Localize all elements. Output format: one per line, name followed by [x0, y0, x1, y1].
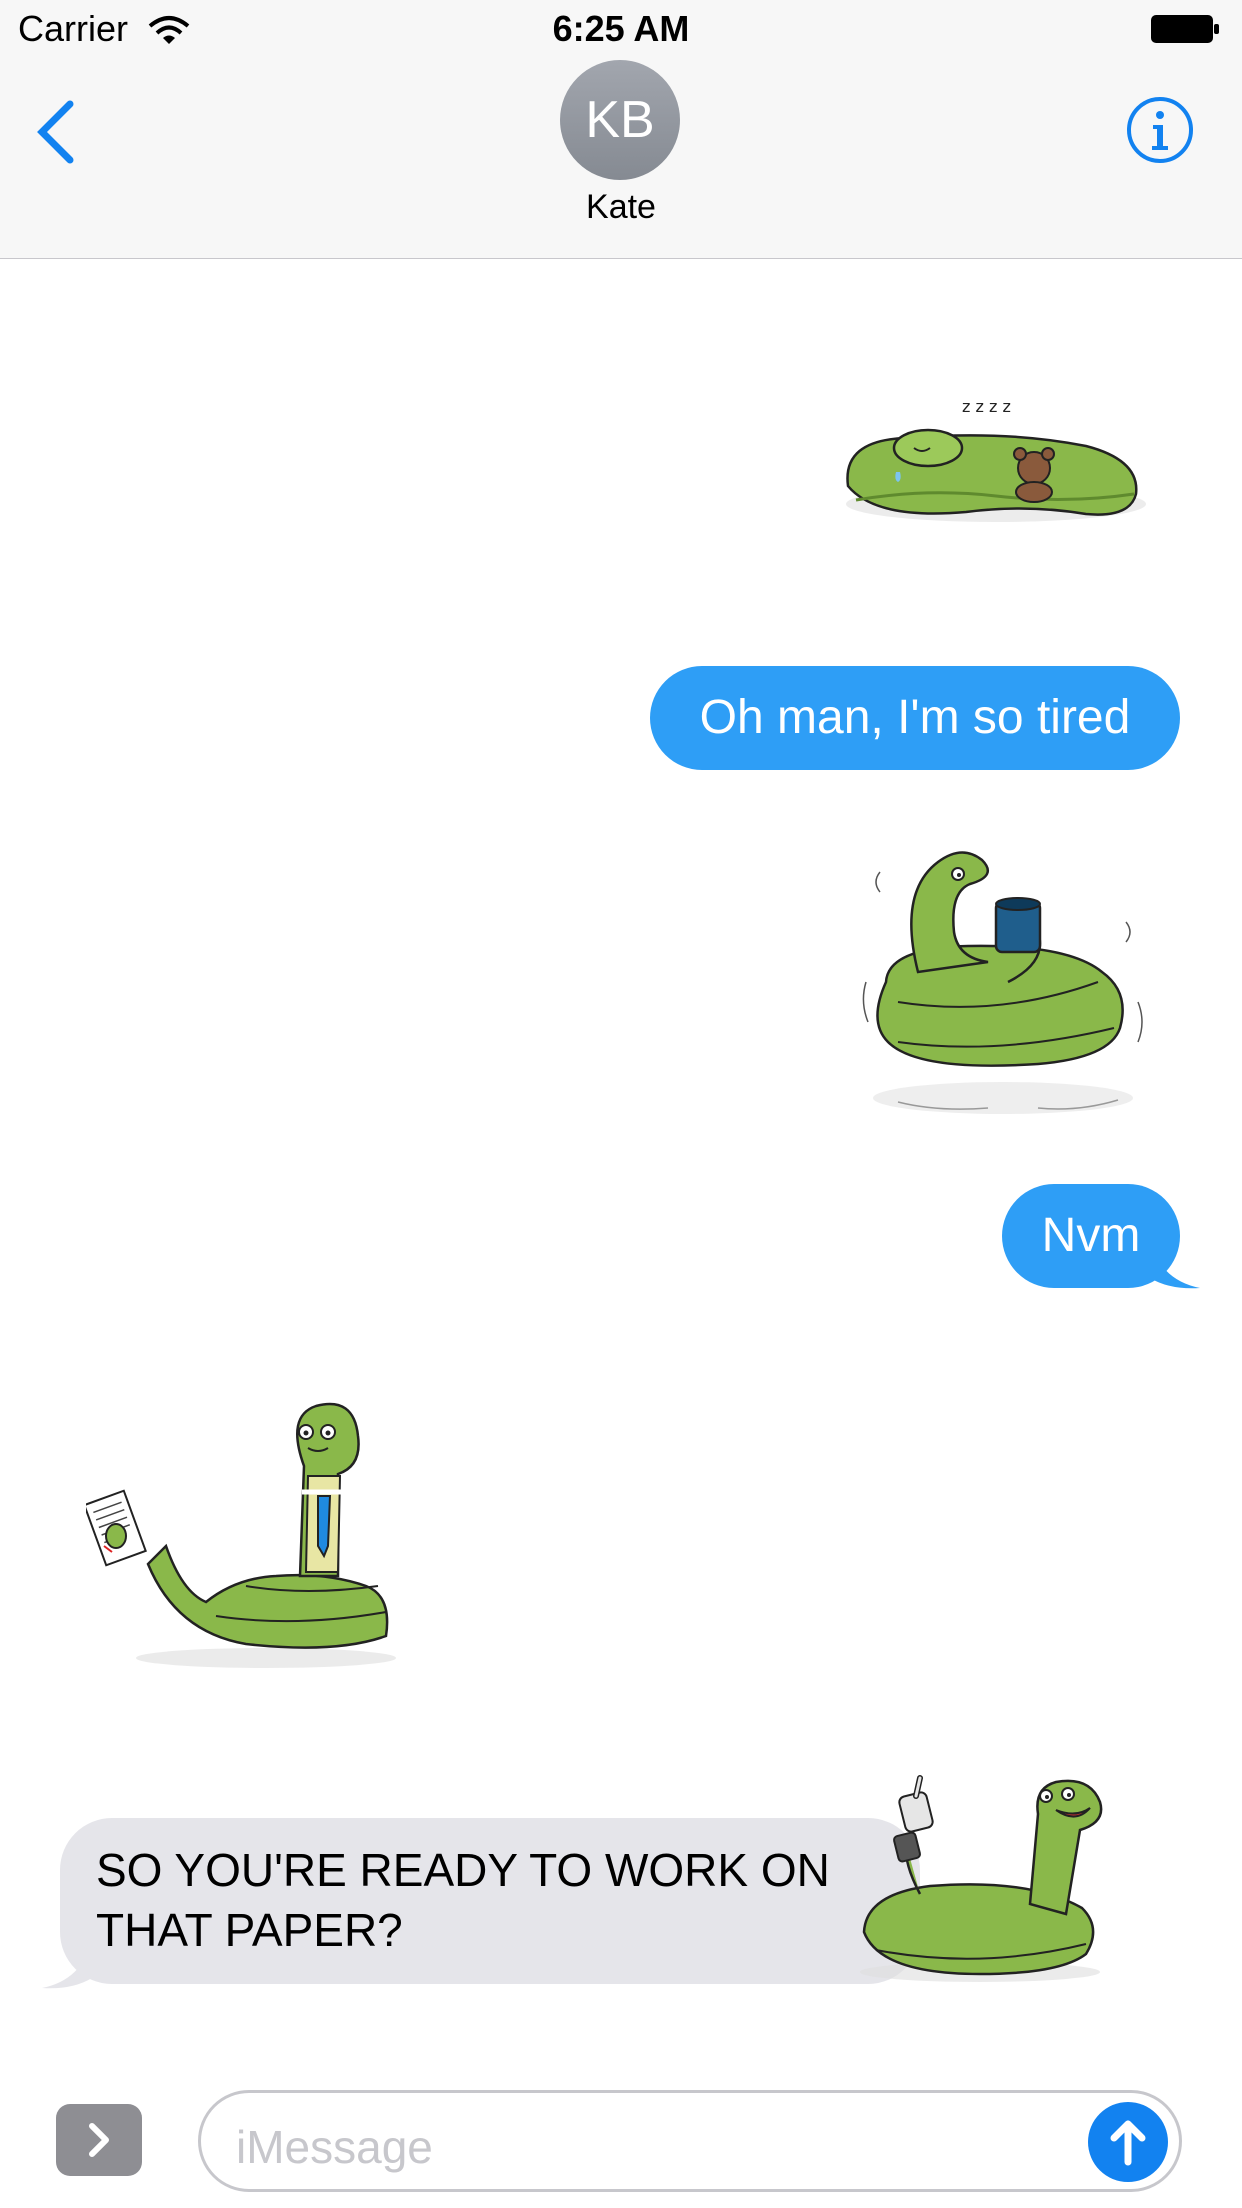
battery-icon	[1151, 15, 1219, 43]
back-chevron-icon[interactable]	[36, 100, 76, 164]
chevron-right-icon	[89, 2123, 109, 2157]
status-time: 6:25 AM	[552, 8, 690, 49]
svg-text:z z z z: z z z z	[962, 397, 1011, 416]
sent-message-bubble[interactable]: Oh man, I'm so tired	[650, 666, 1180, 770]
business-snake-sticker[interactable]	[86, 1396, 406, 1668]
bubble-tail-icon	[42, 1940, 92, 1989]
received-message-bubble[interactable]: SO YOU'RE READY TO WORK ON THAT PAPER?	[60, 1818, 920, 1984]
arrow-up-icon	[1110, 2120, 1146, 2166]
contact-avatar[interactable]: KB	[560, 60, 680, 180]
send-button[interactable]	[1088, 2102, 1168, 2182]
thumbs-up-snake-sticker[interactable]	[850, 1774, 1110, 1984]
sleeping-snake-sticker[interactable]: z z z z	[836, 376, 1146, 536]
info-icon[interactable]	[1126, 96, 1194, 164]
app-drawer-button[interactable]	[56, 2104, 142, 2176]
bubble-tail-icon	[1150, 1240, 1200, 1289]
coffee-snake-sticker[interactable]	[858, 832, 1148, 1132]
contact-name[interactable]: Kate	[0, 188, 1242, 227]
message-input-placeholder: iMessage	[236, 2121, 433, 2173]
